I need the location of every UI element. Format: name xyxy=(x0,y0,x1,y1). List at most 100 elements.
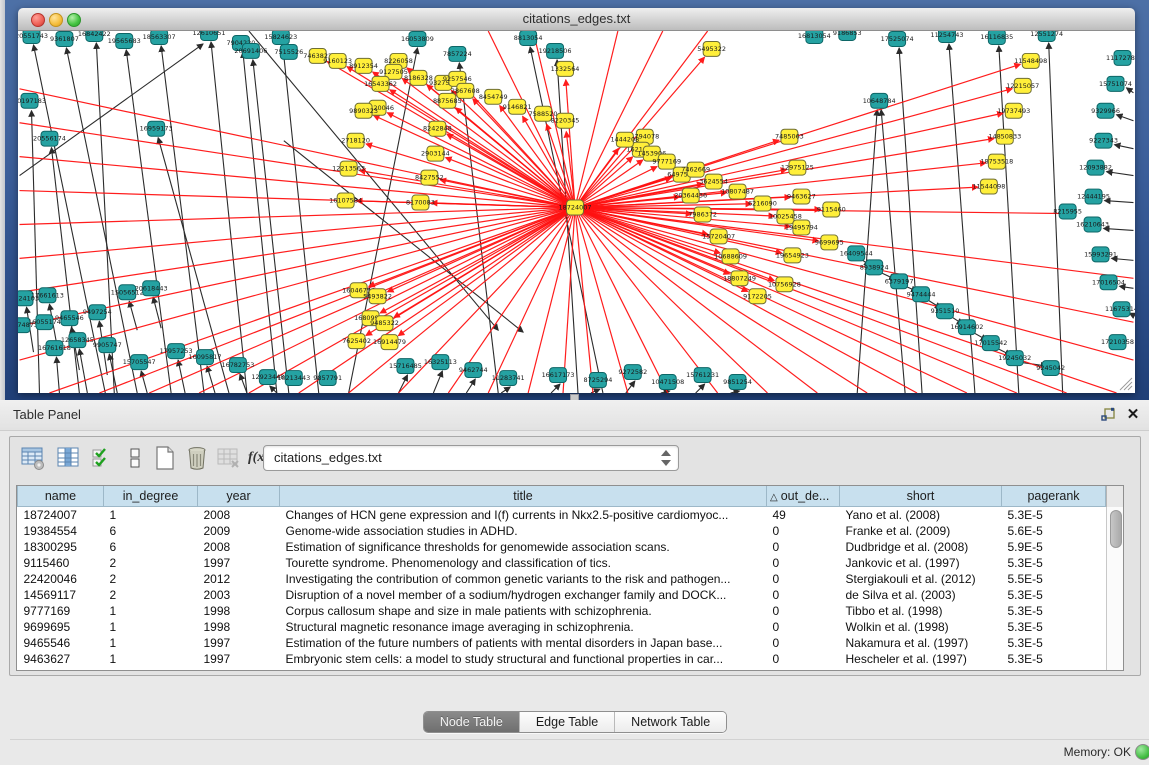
graph-node[interactable]: 18753518 xyxy=(980,154,1013,169)
graph-node[interactable]: 10807487 xyxy=(721,184,754,199)
graph-node[interactable]: 20556174 xyxy=(33,131,66,146)
graph-node[interactable]: 15824623 xyxy=(264,31,297,44)
table-row[interactable]: 977716911998Corpus callosum shape and si… xyxy=(18,603,1106,619)
graph-node[interactable]: 16107584 xyxy=(329,193,362,208)
graph-node[interactable]: 16914602 xyxy=(950,320,983,335)
column-header-5[interactable]: short xyxy=(840,486,1002,507)
graph-node[interactable]: 17525074 xyxy=(881,31,914,46)
table-row[interactable]: 1830029562008Estimation of significance … xyxy=(18,539,1106,555)
graph-node[interactable]: 9272582 xyxy=(618,365,647,380)
graph-node[interactable]: 16210643 xyxy=(1076,217,1109,232)
tab-network-table[interactable]: Network Table xyxy=(615,712,726,732)
graph-node[interactable]: 12215057 xyxy=(1006,78,1039,93)
graph-node[interactable]: 5495322 xyxy=(697,41,726,56)
graph-node[interactable]: 12444195 xyxy=(1077,189,1110,204)
graph-node[interactable]: 7515526 xyxy=(274,44,303,59)
graph-node[interactable]: 9851254 xyxy=(723,375,752,390)
graph-node[interactable]: 8215955 xyxy=(1053,204,1082,219)
graph-node[interactable]: 8170083 xyxy=(406,195,435,210)
graph-node[interactable]: 18563307 xyxy=(143,31,176,44)
graph-node[interactable]: 7857224 xyxy=(443,46,472,61)
graph-node[interactable]: 9905747 xyxy=(93,338,122,353)
graph-node[interactable]: 9463627 xyxy=(787,189,816,204)
table-row[interactable]: 1456911722003Disruption of a novel membe… xyxy=(18,587,1106,603)
vertical-scrollbar[interactable] xyxy=(1106,507,1123,670)
graph-node[interactable]: 9699695 xyxy=(815,235,844,250)
graph-node[interactable]: 9186853 xyxy=(833,31,862,40)
citation-network-graph[interactable]: 1872400774638229160123891235482260589127… xyxy=(18,31,1135,393)
table-row[interactable]: 969969511998Structural magnetic resonanc… xyxy=(18,619,1106,635)
graph-node[interactable]: 11254743 xyxy=(931,31,964,42)
graph-node[interactable]: 19218506 xyxy=(539,43,572,58)
graph-node[interactable]: 17210358 xyxy=(1101,335,1134,350)
graph-node[interactable]: 9227343 xyxy=(1089,133,1118,148)
table-row[interactable]: 911546021997Tourette syndrome. Phenomeno… xyxy=(18,555,1106,571)
table-settings-icon[interactable] xyxy=(20,445,46,471)
graph-node[interactable]: 16959173 xyxy=(140,121,173,136)
graph-node[interactable]: 7625402 xyxy=(342,334,371,349)
node-table[interactable]: namein_degreeyeartitle△out_de...shortpag… xyxy=(16,485,1124,671)
graph-node[interactable]: 12551274 xyxy=(1030,31,1063,41)
graph-node[interactable]: 20551743 xyxy=(18,31,48,43)
graph-node[interactable]: 16914479 xyxy=(373,335,406,350)
graph-node[interactable]: 15993291 xyxy=(1084,247,1117,262)
graph-node[interactable]: 2718120 xyxy=(341,133,370,148)
graph-node[interactable]: 16842422 xyxy=(78,31,111,41)
row-height-icon[interactable] xyxy=(122,445,148,471)
graph-node[interactable]: 17015542 xyxy=(974,336,1007,351)
table-row[interactable]: 1938455462009Genome-wide association stu… xyxy=(18,523,1106,539)
graph-node[interactable]: 16095817 xyxy=(189,350,222,365)
graph-node[interactable]: 16617173 xyxy=(542,368,575,383)
delete-rows-icon[interactable] xyxy=(184,445,210,471)
column-header-6[interactable]: pagerank xyxy=(1002,486,1106,507)
column-header-3[interactable]: title xyxy=(280,486,767,507)
graph-node[interactable]: 9462744 xyxy=(459,363,488,378)
graph-node[interactable]: 12610651 xyxy=(193,31,226,40)
column-header-0[interactable]: name xyxy=(18,486,104,507)
select-columns-icon[interactable] xyxy=(90,445,116,471)
graph-node[interactable]: 1332564 xyxy=(551,61,580,76)
resize-grip-icon[interactable] xyxy=(1117,375,1133,391)
graph-node[interactable]: 16053809 xyxy=(401,31,434,46)
graph-node[interactable]: 9146821 xyxy=(503,99,532,114)
graph-node[interactable]: 10756928 xyxy=(768,277,801,292)
table-row[interactable]: 2242004622012Investigating the contribut… xyxy=(18,571,1106,587)
graph-node[interactable]: 9361807 xyxy=(50,31,79,46)
graph-node[interactable]: 15761231 xyxy=(686,368,719,383)
graph-node[interactable]: 10471508 xyxy=(651,375,684,390)
tab-edge-table[interactable]: Edge Table xyxy=(520,712,615,732)
table-row[interactable]: 1872400712008Changes of HCN gene express… xyxy=(18,507,1106,524)
table-selector-dropdown[interactable]: citations_edges.txt xyxy=(263,445,679,471)
graph-node[interactable]: 12093882 xyxy=(1079,160,1112,175)
graph-node[interactable]: 19565683 xyxy=(108,33,141,48)
graph-node[interactable]: 10197183 xyxy=(18,93,46,108)
new-document-icon[interactable] xyxy=(152,445,178,471)
graph-node[interactable]: 8938924 xyxy=(860,260,889,275)
column-header-1[interactable]: in_degree xyxy=(104,486,198,507)
graph-node[interactable]: 16813054 xyxy=(798,31,831,43)
graph-node[interactable]: 9329966 xyxy=(1091,103,1120,118)
graph-node[interactable]: 11675314 xyxy=(1105,302,1135,317)
network-canvas[interactable]: 1872400774638229160123891235482260589127… xyxy=(18,31,1135,393)
graph-node[interactable]: 8725294 xyxy=(584,373,613,388)
graph-node[interactable]: 16325113 xyxy=(424,355,457,370)
graph-node[interactable]: 15716485 xyxy=(389,359,422,374)
graph-node[interactable]: 8813054 xyxy=(514,31,543,45)
graph-node[interactable]: 11544098 xyxy=(972,179,1005,194)
graph-node[interactable]: 9115460 xyxy=(817,202,846,217)
close-panel-icon[interactable]: ✕ xyxy=(1125,405,1141,423)
tab-node-table[interactable]: Node Table xyxy=(424,712,520,732)
table-row[interactable]: 946554611997Estimation of the future num… xyxy=(18,635,1106,651)
graph-node[interactable]: 16116835 xyxy=(980,31,1013,44)
graph-node[interactable]: 14850833 xyxy=(988,129,1021,144)
network-window-titlebar[interactable]: citations_edges.txt xyxy=(18,8,1135,31)
graph-node[interactable]: 15751074 xyxy=(1099,76,1132,91)
column-header-2[interactable]: year xyxy=(198,486,280,507)
graph-node[interactable]: 8427552 xyxy=(415,170,444,185)
graph-node[interactable]: 11172783 xyxy=(1106,50,1135,65)
column-header-4[interactable]: △out_de... xyxy=(767,486,840,507)
table-columns-icon[interactable] xyxy=(56,445,82,471)
table-row[interactable]: 946362711997Embryonic stem cells: a mode… xyxy=(18,651,1106,667)
float-window-icon[interactable] xyxy=(1101,407,1117,423)
graph-node[interactable]: 12213563 xyxy=(332,161,365,176)
